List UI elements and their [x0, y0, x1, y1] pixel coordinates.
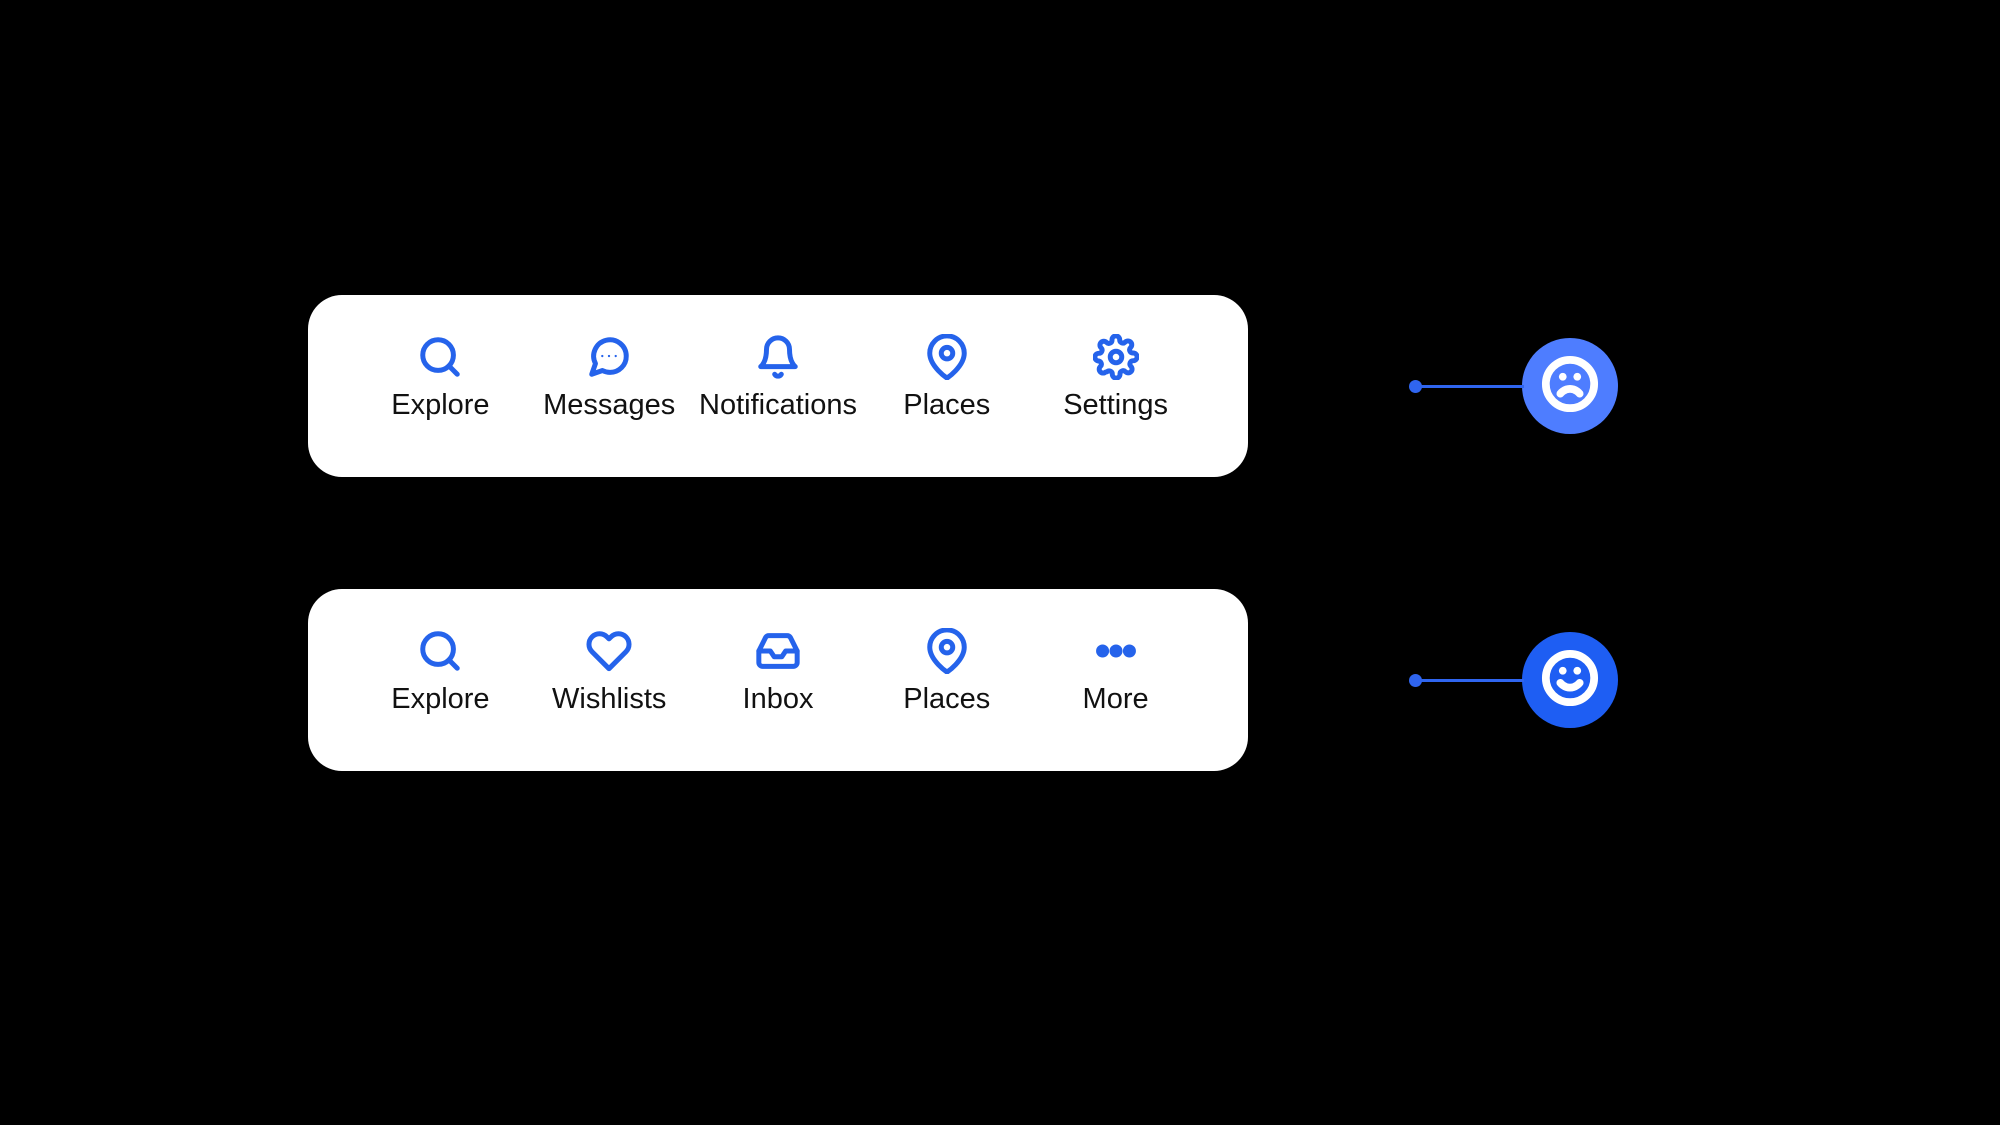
happy-face-badge	[1522, 632, 1618, 728]
inbox-icon	[754, 627, 802, 675]
tab-wishlists[interactable]: Wishlists	[525, 627, 694, 716]
tabbar-row-bottom: Explore Wishlists Inbox Places	[308, 589, 1618, 771]
tabbar-bottom: Explore Wishlists Inbox Places	[308, 589, 1248, 771]
tab-places[interactable]: Places	[862, 627, 1031, 716]
smile-icon	[1541, 649, 1599, 712]
pin-icon	[923, 333, 971, 381]
tab-label: Inbox	[743, 683, 814, 716]
tab-explore[interactable]: Explore	[356, 333, 525, 422]
tab-label: More	[1083, 683, 1149, 716]
tab-inbox[interactable]: Inbox	[694, 627, 863, 716]
tab-explore[interactable]: Explore	[356, 627, 525, 716]
feedback-happy	[1416, 632, 1618, 728]
connector-line	[1416, 385, 1524, 388]
gear-icon	[1092, 333, 1140, 381]
tab-label: Messages	[543, 389, 675, 422]
tabbar-top: Explore Messages Notifications Places	[308, 295, 1248, 477]
connector-line	[1416, 679, 1524, 682]
frown-icon	[1541, 355, 1599, 418]
bell-icon	[754, 333, 802, 381]
feedback-sad	[1416, 338, 1618, 434]
tab-messages[interactable]: Messages	[525, 333, 694, 422]
chat-icon	[585, 333, 633, 381]
tab-label: Explore	[391, 389, 489, 422]
more-icon	[1092, 627, 1140, 675]
tab-label: Settings	[1063, 389, 1168, 422]
tab-label: Notifications	[699, 389, 857, 422]
heart-icon	[585, 627, 633, 675]
tabbar-row-top: Explore Messages Notifications Places	[308, 295, 1618, 477]
tab-notifications[interactable]: Notifications	[694, 333, 863, 422]
tab-label: Explore	[391, 683, 489, 716]
tab-places[interactable]: Places	[862, 333, 1031, 422]
tab-label: Places	[903, 389, 990, 422]
tab-more[interactable]: More	[1031, 627, 1200, 716]
search-icon	[416, 333, 464, 381]
search-icon	[416, 627, 464, 675]
sad-face-badge	[1522, 338, 1618, 434]
tab-label: Places	[903, 683, 990, 716]
tab-label: Wishlists	[552, 683, 666, 716]
pin-icon	[923, 627, 971, 675]
tab-settings[interactable]: Settings	[1031, 333, 1200, 422]
